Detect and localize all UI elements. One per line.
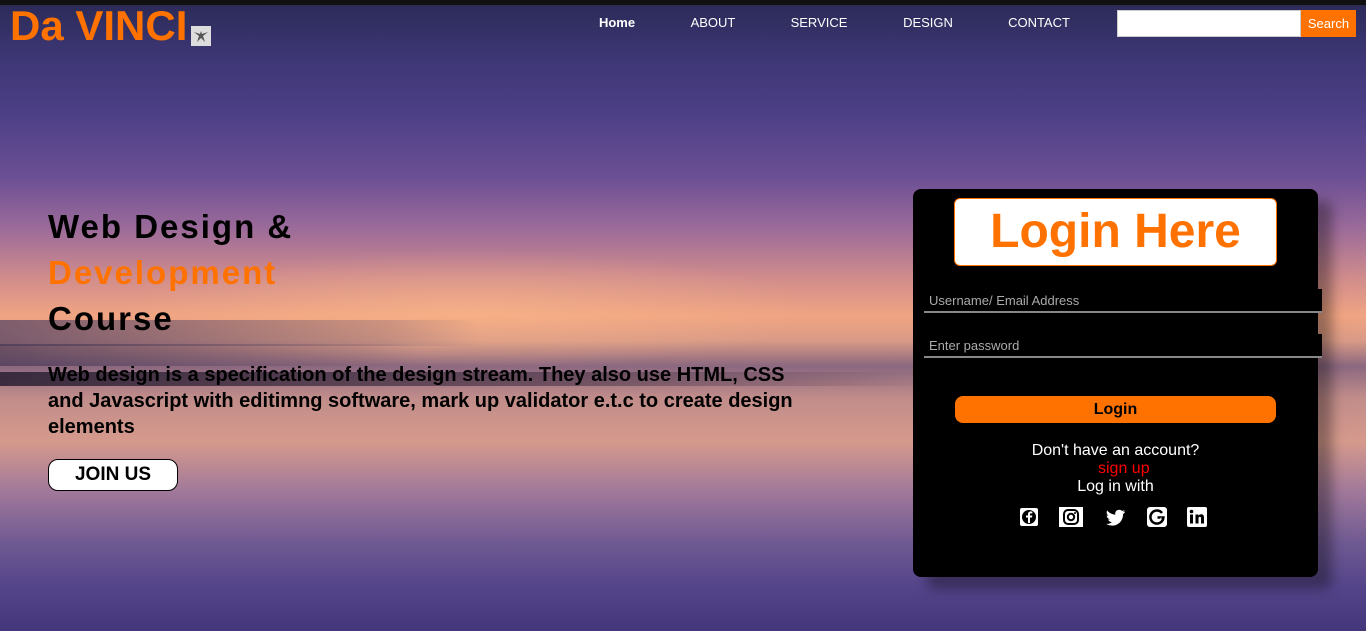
join-us-button[interactable]: JOIN US: [48, 459, 178, 491]
no-account-text: Don't have an account?: [1031, 442, 1200, 459]
linkedin-icon[interactable]: [1186, 506, 1208, 528]
nav-design[interactable]: DESIGN: [866, 12, 990, 34]
logo[interactable]: Da VINCI: [10, 2, 212, 49]
hero-description: Web design is a specification of the des…: [48, 364, 793, 438]
logo-text: Da VINCI: [10, 2, 188, 49]
username-field[interactable]: [924, 289, 1322, 313]
hero-title-line1: Web Design &: [48, 208, 294, 245]
login-title: Login Here: [954, 198, 1277, 266]
hero-title-line3: Course: [48, 300, 174, 337]
signup-link[interactable]: sign up: [1098, 460, 1150, 478]
twitter-icon[interactable]: [1105, 506, 1127, 528]
nav-service[interactable]: SERVICE: [772, 12, 866, 34]
nav-home[interactable]: Home: [580, 12, 654, 34]
hero-title-line2: Development: [48, 254, 278, 291]
login-card: Login Here Login Don't have an account? …: [913, 189, 1322, 577]
main-nav: Home ABOUT SERVICE DESIGN CONTACT: [580, 12, 1088, 34]
hero-section: Web Design & Development Course Web desi…: [48, 204, 828, 440]
password-field[interactable]: [924, 334, 1322, 358]
log-in-with-text: Log in with: [1077, 478, 1154, 495]
instagram-icon[interactable]: [1059, 506, 1083, 528]
hero-title: Web Design & Development Course: [48, 204, 828, 342]
facebook-icon[interactable]: [1018, 506, 1040, 528]
login-button[interactable]: Login: [955, 396, 1276, 423]
nav-about[interactable]: ABOUT: [654, 12, 772, 34]
bird-icon: [191, 26, 212, 46]
search-button[interactable]: Search: [1301, 10, 1356, 37]
google-icon[interactable]: [1146, 506, 1168, 528]
search-input[interactable]: [1117, 10, 1301, 37]
nav-contact[interactable]: CONTACT: [990, 12, 1088, 34]
